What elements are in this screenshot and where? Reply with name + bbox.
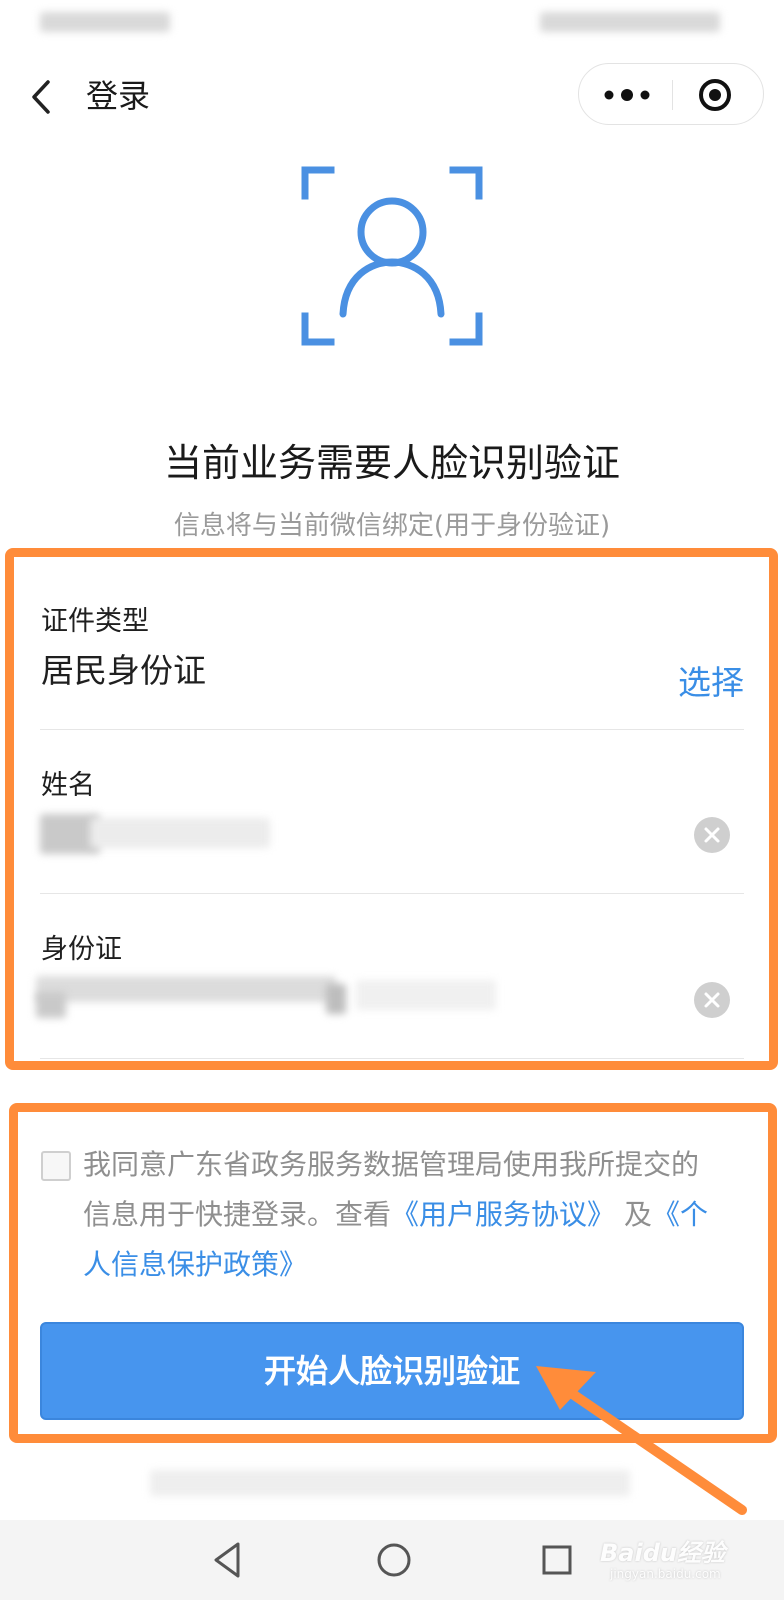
capsule-divider xyxy=(672,80,673,110)
form-highlight-frame xyxy=(5,548,778,1070)
triangle-back-icon xyxy=(214,1542,240,1578)
more-button[interactable] xyxy=(599,78,655,112)
verification-headline: 当前业务需要人脸识别验证 xyxy=(163,441,620,485)
chevron-left-icon xyxy=(32,80,50,114)
watermark-site: jingyan.baidu.com xyxy=(610,1567,721,1581)
binding-notice: 信息将与当前微信绑定(用于身份验证) xyxy=(173,511,611,541)
close-mini-program-button[interactable] xyxy=(687,76,743,114)
nav-recent-apps-button[interactable] xyxy=(540,1542,574,1578)
back-button[interactable] xyxy=(24,72,64,122)
watermark-brand: Baidu经验 xyxy=(600,1539,725,1567)
baidu-jingyan-watermark: Baidu经验 jingyan.baidu.com xyxy=(600,1517,750,1587)
circle-home-icon xyxy=(377,1543,411,1577)
face-scan-icon xyxy=(301,166,483,346)
page-title: 登录 xyxy=(86,77,151,115)
footer-text-redacted xyxy=(150,1470,630,1496)
status-bar-left xyxy=(40,12,170,32)
target-circle-icon xyxy=(699,79,731,111)
mini-program-capsule xyxy=(578,63,764,125)
nav-back-button[interactable] xyxy=(210,1538,246,1582)
annotation-arrow-icon xyxy=(530,1360,755,1520)
more-dots-icon xyxy=(604,89,650,101)
nav-home-button[interactable] xyxy=(374,1540,414,1580)
square-recent-icon xyxy=(542,1545,572,1575)
status-bar-right xyxy=(540,12,720,32)
